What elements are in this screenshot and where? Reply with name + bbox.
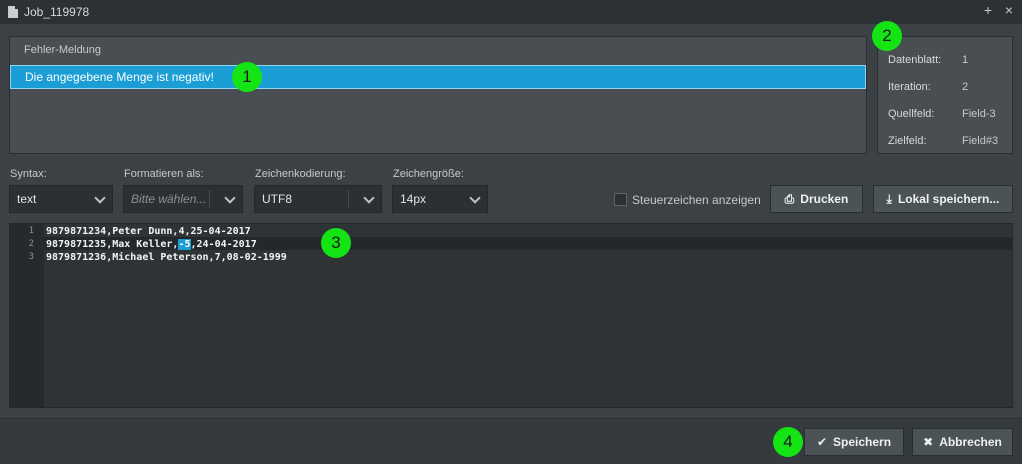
info-value: Field-3	[962, 108, 996, 120]
printer-icon: ⎙	[784, 192, 795, 206]
callout-marker-3: 3	[321, 228, 351, 258]
encoding-select-value: UTF8	[262, 192, 292, 206]
close-icon[interactable]: ×	[1001, 2, 1017, 18]
control-chars-label[interactable]: Steuerzeichen anzeigen	[632, 193, 761, 207]
document-icon	[8, 6, 18, 18]
line-number: 3	[28, 252, 34, 262]
x-icon: ✖	[923, 435, 934, 449]
select-divider	[348, 190, 349, 208]
chevron-down-icon	[224, 192, 236, 204]
callout-marker-1: 1	[232, 62, 262, 92]
encoding-select[interactable]: UTF8	[254, 185, 382, 213]
info-value: 1	[962, 54, 969, 66]
code-line-1[interactable]: 9879871234,Peter Dunn,4,25-04-2017	[46, 225, 251, 238]
code-text: 9879871235,Max Keller,	[46, 239, 179, 250]
callout-marker-2: 2	[872, 21, 902, 51]
code-text: ,24-04-2017	[190, 239, 257, 250]
error-message-row[interactable]: Die angegebene Menge ist negativ!	[10, 65, 866, 89]
line-number: 2	[28, 239, 34, 249]
format-label: Formatieren als:	[124, 168, 204, 180]
info-row-iteration: Iteration: 2	[888, 81, 968, 93]
title-bar: Job_119978 + ×	[0, 0, 1022, 24]
print-button[interactable]: ⎙ Drucken	[770, 185, 863, 213]
syntax-select-value: text	[17, 192, 37, 206]
cancel-button[interactable]: ✖ Abbrechen	[912, 428, 1013, 456]
selected-value: -5	[178, 239, 191, 250]
info-value: Field#3	[962, 135, 999, 147]
save-local-button[interactable]: ⤓ Lokal speichern...	[873, 185, 1013, 213]
cancel-button-label: Abbrechen	[939, 435, 1002, 449]
print-button-label: Drucken	[800, 192, 849, 206]
save-local-button-label: Lokal speichern...	[897, 192, 1000, 206]
check-icon: ✔	[816, 435, 828, 449]
window-title: Job_119978	[24, 5, 90, 19]
info-row-quellfeld: Quellfeld: Field-3	[888, 108, 996, 120]
fontsize-select-value: 14px	[400, 192, 427, 206]
save-button[interactable]: ✔ Speichern	[804, 428, 904, 456]
syntax-select[interactable]: text	[9, 185, 113, 213]
control-chars-checkbox[interactable]	[614, 193, 627, 206]
info-label: Datenblatt:	[888, 54, 942, 66]
download-icon: ⤓	[886, 192, 892, 206]
chevron-down-icon	[469, 192, 481, 204]
fontsize-select[interactable]: 14px	[392, 185, 488, 213]
code-editor[interactable]: 1 2 3 9879871234,Peter Dunn,4,25-04-2017…	[9, 223, 1013, 408]
syntax-label: Syntax:	[10, 168, 47, 180]
callout-marker-4: 4	[773, 427, 803, 457]
line-number-gutter: 1 2 3	[10, 224, 44, 407]
info-label: Quellfeld:	[888, 108, 935, 120]
fontsize-label: Zeichengröße:	[393, 168, 464, 180]
error-panel-header: Fehler-Meldung	[24, 44, 102, 56]
code-line-3[interactable]: 9879871236,Michael Peterson,7,08-02-1999	[46, 251, 287, 264]
info-value: 2	[962, 81, 969, 93]
add-icon[interactable]: +	[980, 2, 996, 18]
encoding-label: Zeichenkodierung:	[255, 168, 346, 180]
info-label: Zielfeld:	[888, 135, 927, 147]
code-line-2[interactable]: 9879871235,Max Keller,-5,24-04-2017	[46, 238, 257, 251]
info-panel: Datenblatt: 1 Iteration: 2 Quellfeld: Fi…	[877, 36, 1013, 154]
format-select-placeholder: Bitte wählen...	[131, 192, 207, 206]
select-divider	[209, 190, 210, 208]
info-row-datenblatt: Datenblatt: 1	[888, 54, 968, 66]
line-number: 1	[28, 226, 34, 236]
chevron-down-icon	[363, 192, 375, 204]
format-select[interactable]: Bitte wählen...	[123, 185, 243, 213]
chevron-down-icon	[94, 192, 106, 204]
info-label: Iteration:	[888, 81, 931, 93]
save-button-label: Speichern	[833, 435, 892, 449]
error-panel: Fehler-Meldung Die angegebene Menge ist …	[9, 36, 867, 154]
info-row-zielfeld: Zielfeld: Field#3	[888, 135, 998, 147]
